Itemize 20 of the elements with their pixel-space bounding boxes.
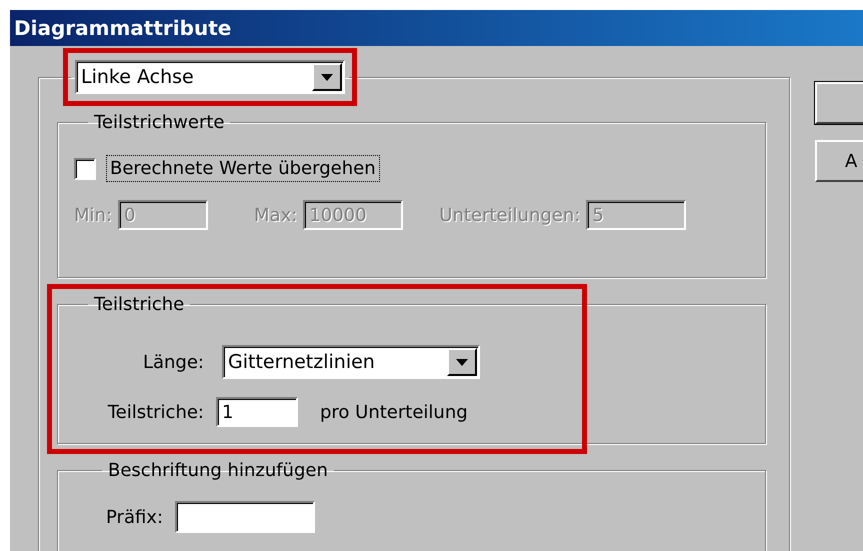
field-label: Max: (254, 204, 298, 226)
caret-icon (321, 74, 333, 80)
checkbox[interactable] (74, 158, 96, 180)
field-label: Präfix: (106, 506, 164, 528)
field-label: Länge: (142, 352, 204, 372)
group-title: Teilstrichwerte (93, 112, 226, 133)
field-label: Teilstriche: (106, 402, 204, 422)
field-label: Min: (74, 204, 112, 226)
field-label: Unterteilungen: (439, 204, 580, 226)
caret-icon (456, 358, 468, 366)
group-title: Teilstriche (93, 294, 186, 315)
group-title: Beschriftung hinzufügen (107, 460, 329, 481)
dialog-button[interactable]: A (815, 140, 863, 182)
axis-dropdown[interactable]: Linke Achse (75, 60, 345, 94)
length-dropdown[interactable]: Gitternetzlinien (222, 345, 480, 379)
checkbox-label[interactable]: Berechnete Werte übergehen (106, 155, 380, 182)
window-title: Diagrammattribute (14, 16, 232, 40)
input-field[interactable] (175, 501, 316, 533)
input-field[interactable]: 1 (216, 397, 298, 427)
unit-label: pro Unterteilung (320, 402, 468, 422)
